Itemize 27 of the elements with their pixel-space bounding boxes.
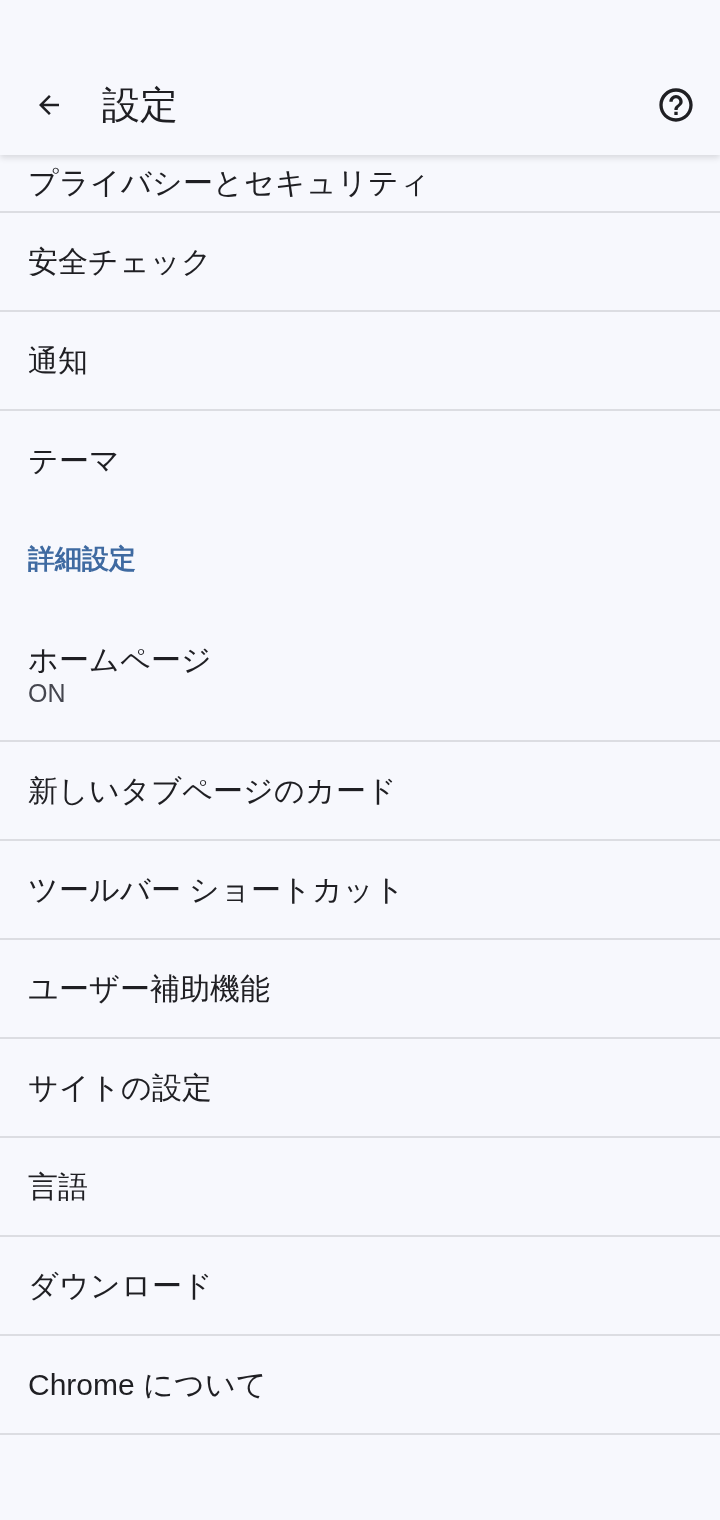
- item-label: ホームページ: [28, 641, 213, 678]
- item-summary: ON: [28, 677, 67, 708]
- settings-item[interactable]: ダウンロード: [0, 1237, 720, 1336]
- item-label: ユーザー補助機能: [28, 970, 271, 1007]
- item-label: ツールバー ショートカット: [28, 871, 407, 908]
- item-label: サイトの設定: [28, 1069, 213, 1106]
- settings-item[interactable]: プライバシーとセキュリティ: [0, 155, 720, 213]
- item-label: 安全チェック: [28, 243, 213, 280]
- item-label: 言語: [28, 1168, 89, 1205]
- settings-item[interactable]: ホームページ ON: [0, 609, 720, 742]
- item-label: 通知: [28, 342, 89, 379]
- item-label: テーマ: [28, 442, 121, 479]
- settings-item[interactable]: サイトの設定: [0, 1039, 720, 1138]
- settings-item[interactable]: ユーザー補助機能: [0, 940, 720, 1039]
- settings-item[interactable]: 安全チェック: [0, 213, 720, 312]
- section-header: 詳細設定: [27, 543, 137, 577]
- settings-item[interactable]: 通知: [0, 312, 720, 411]
- settings-item[interactable]: 言語: [0, 1138, 720, 1237]
- item-label: Chrome について: [28, 1366, 269, 1403]
- item-label: 新しいタブページのカード: [28, 772, 398, 809]
- settings-item[interactable]: テーマ: [0, 411, 720, 510]
- settings-item[interactable]: 新しいタブページのカード: [0, 742, 720, 841]
- page-title: 設定: [102, 82, 178, 128]
- settings-item[interactable]: Chrome について: [0, 1336, 720, 1435]
- item-label: ダウンロード: [28, 1267, 214, 1304]
- settings-item[interactable]: ツールバー ショートカット: [0, 841, 720, 940]
- item-label: プライバシーとセキュリティ: [28, 165, 431, 201]
